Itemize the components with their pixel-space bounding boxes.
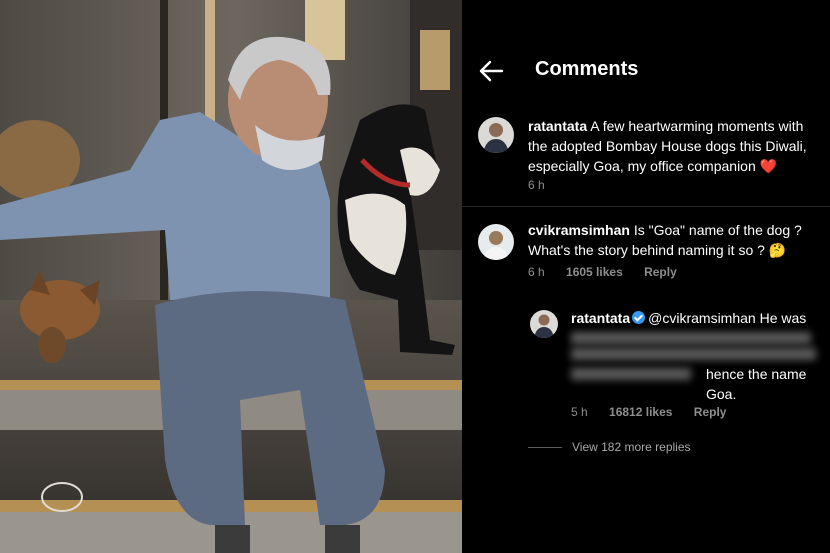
avatar-person-icon: [483, 123, 509, 153]
comment-text: cvikramsimhan Is "Goa" name of the dog ?…: [528, 222, 802, 258]
arrow-left-icon[interactable]: [478, 58, 504, 84]
avatar[interactable]: [478, 117, 514, 153]
view-more-replies[interactable]: View 182 more replies: [528, 440, 691, 454]
reply-button[interactable]: Reply: [694, 405, 727, 419]
comment-meta: 6 h 1605 likes Reply: [528, 265, 695, 279]
post-time: 6 h: [528, 178, 545, 192]
reply-meta: 5 h 16812 likes Reply: [571, 405, 744, 419]
avatar-person-icon: [534, 314, 554, 338]
divider: [462, 206, 830, 207]
username-link[interactable]: cvikramsimhan: [528, 222, 630, 238]
thinking-emoji: 🤔: [768, 242, 787, 258]
reply-text: ratantata @cvikramsimhan He was hence the…: [571, 308, 821, 402]
likes-count[interactable]: 1605 likes: [566, 265, 623, 279]
heart-emoji: ❤️: [759, 158, 778, 174]
username-link[interactable]: ratantata: [571, 310, 630, 326]
reply-text-end: hence the name Goa.: [706, 366, 807, 402]
likes-count[interactable]: 16812 likes: [609, 405, 672, 419]
avatar[interactable]: [478, 224, 514, 260]
reply-time: 5 h: [571, 405, 588, 419]
post-meta: 6 h: [528, 178, 563, 192]
blurred-text: [571, 368, 691, 380]
comments-panel: Comments ratantata A few heartwarming mo…: [462, 0, 830, 553]
photo-illustration: [0, 0, 462, 553]
post-photo: [0, 0, 462, 553]
avatar[interactable]: [530, 310, 558, 338]
divider-line: [528, 447, 562, 449]
blurred-text: [571, 332, 811, 344]
mention-link[interactable]: @cvikramsimhan: [648, 310, 756, 326]
verified-badge-icon: [632, 311, 646, 324]
avatar-person-icon: [483, 231, 509, 260]
post-caption: ratantata A few heartwarming moments wit…: [528, 116, 818, 176]
blurred-text: [571, 348, 816, 360]
comments-header: Comments: [462, 0, 830, 100]
page-title: Comments: [535, 58, 639, 80]
username-link[interactable]: ratantata: [528, 118, 587, 134]
comment-time: 6 h: [528, 265, 545, 279]
reply-button[interactable]: Reply: [644, 265, 677, 279]
